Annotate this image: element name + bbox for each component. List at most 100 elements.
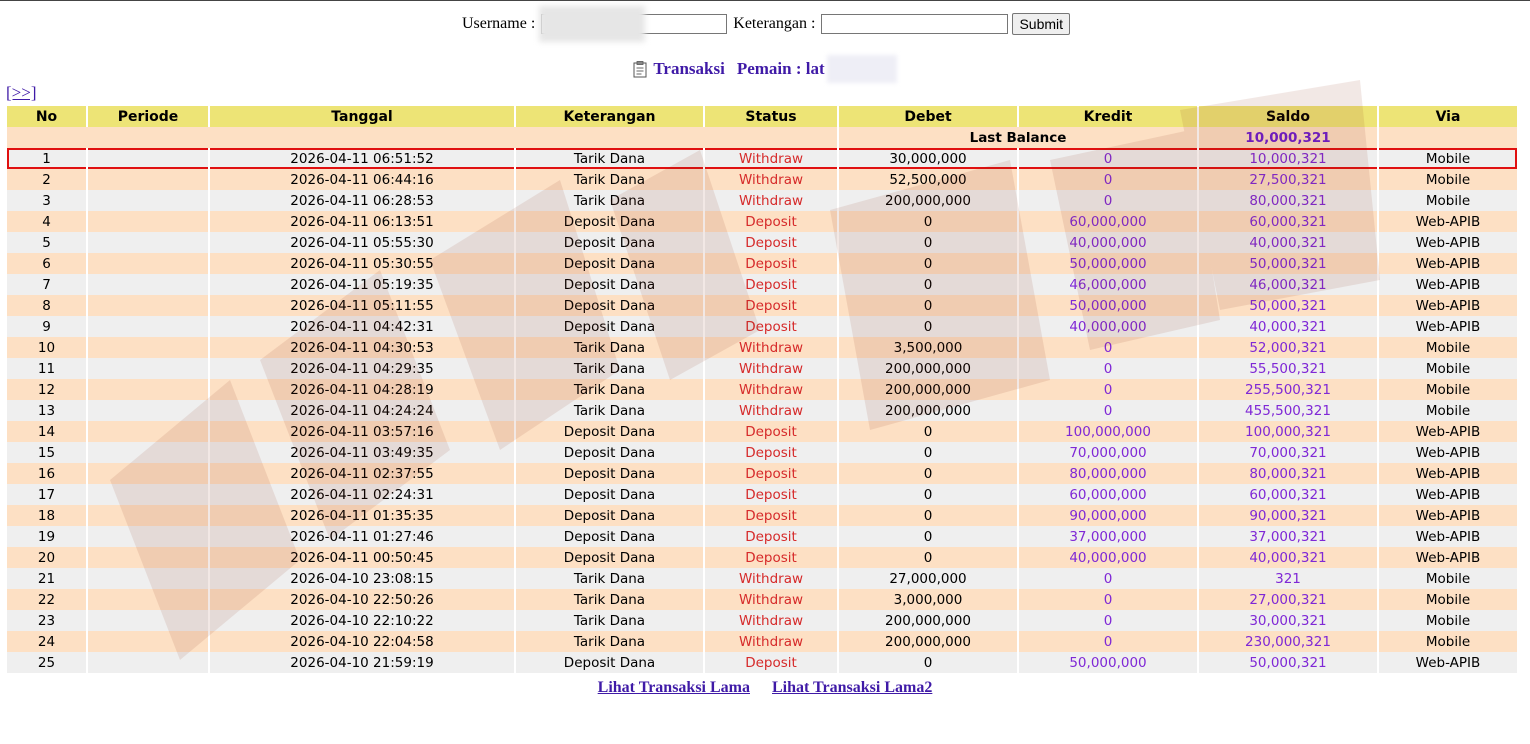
cell-no: 1: [7, 148, 86, 169]
cell-status: Withdraw: [705, 337, 837, 358]
table-row: 16 2026-04-11 02:37:55 Deposit Dana Deposit…: [7, 463, 1517, 484]
cell-saldo: 255,500,321: [1199, 379, 1377, 400]
cell-debet: 200,000,000: [839, 400, 1017, 421]
cell-no: 17: [7, 484, 86, 505]
cell-saldo: 52,000,321: [1199, 337, 1377, 358]
table-row: 13 2026-04-11 04:24:24 Tarik Dana Withdraw 2…: [7, 400, 1517, 421]
cell-debet: 0: [839, 253, 1017, 274]
cell-kredit: 40,000,000: [1019, 547, 1197, 568]
table-row: 5 2026-04-11 05:55:30 Deposit Dana Deposit 0…: [7, 232, 1517, 253]
cell-status: Deposit: [705, 421, 837, 442]
cell-status: Withdraw: [705, 169, 837, 190]
cell-debet: 52,500,000: [839, 169, 1017, 190]
cell-keterangan: Tarik Dana: [516, 337, 703, 358]
cell-saldo: 455,500,321: [1199, 400, 1377, 421]
cell-via: Mobile: [1379, 400, 1517, 421]
column-header-tanggal[interactable]: Tanggal: [210, 106, 514, 127]
cell-debet: 27,000,000: [839, 568, 1017, 589]
cell-periode: [88, 169, 208, 190]
next-page-link[interactable]: [>>]: [6, 83, 37, 103]
cell-via: Mobile: [1379, 631, 1517, 652]
cell-kredit: 0: [1019, 337, 1197, 358]
cell-no: 15: [7, 442, 86, 463]
cell-keterangan: Tarik Dana: [516, 610, 703, 631]
old-transactions-link[interactable]: Lihat Transaksi Lama: [598, 679, 750, 701]
cell-keterangan: Deposit Dana: [516, 652, 703, 673]
cell-tanggal: 2026-04-11 05:11:55: [210, 295, 514, 316]
table-row: 24 2026-04-10 22:04:58 Tarik Dana Withdraw 2…: [7, 631, 1517, 652]
cell-tanggal: 2026-04-11 04:28:19: [210, 379, 514, 400]
column-header-via[interactable]: Via: [1379, 106, 1517, 127]
cell-saldo: 37,000,321: [1199, 526, 1377, 547]
cell-no: 6: [7, 253, 86, 274]
cell-status: Withdraw: [705, 568, 837, 589]
last-balance-value: 10,000,321: [1199, 127, 1377, 148]
cell-periode: [88, 589, 208, 610]
cell-status: Deposit: [705, 232, 837, 253]
footer-links: Lihat Transaksi Lama Lihat Transaksi Lam…: [0, 679, 1530, 701]
cell-keterangan: Tarik Dana: [516, 148, 703, 169]
table-row: 21 2026-04-10 23:08:15 Tarik Dana Withdraw 2…: [7, 568, 1517, 589]
cell-debet: 0: [839, 295, 1017, 316]
table-row: 23 2026-04-10 22:10:22 Tarik Dana Withdraw 2…: [7, 610, 1517, 631]
cell-saldo: 30,000,321: [1199, 610, 1377, 631]
cell-via: Web-APIB: [1379, 526, 1517, 547]
username-input[interactable]: [541, 14, 728, 34]
table-row: 15 2026-04-11 03:49:35 Deposit Dana Deposit…: [7, 442, 1517, 463]
cell-saldo: 60,000,321: [1199, 484, 1377, 505]
cell-periode: [88, 190, 208, 211]
submit-button[interactable]: Submit: [1012, 13, 1071, 35]
cell-debet: 0: [839, 316, 1017, 337]
column-header-keterangan[interactable]: Keterangan: [516, 106, 703, 127]
last-balance-spacer: [7, 127, 837, 148]
cell-periode: [88, 484, 208, 505]
cell-status: Deposit: [705, 463, 837, 484]
column-header-debet[interactable]: Debet: [839, 106, 1017, 127]
cell-periode: [88, 358, 208, 379]
cell-saldo: 10,000,321: [1199, 148, 1377, 169]
cell-periode: [88, 421, 208, 442]
cell-via: Mobile: [1379, 358, 1517, 379]
table-row: 8 2026-04-11 05:11:55 Deposit Dana Deposit 0…: [7, 295, 1517, 316]
keterangan-input[interactable]: [821, 14, 1009, 34]
cell-debet: 200,000,000: [839, 610, 1017, 631]
username-mask: [541, 14, 728, 34]
table-row: 2 2026-04-11 06:44:16 Tarik Dana Withdraw 52…: [7, 169, 1517, 190]
cell-keterangan: Tarik Dana: [516, 379, 703, 400]
cell-kredit: 40,000,000: [1019, 232, 1197, 253]
cell-keterangan: Deposit Dana: [516, 421, 703, 442]
cell-tanggal: 2026-04-11 05:55:30: [210, 232, 514, 253]
table-row: 1 2026-04-11 06:51:52 Tarik Dana Withdraw 30…: [7, 148, 1517, 169]
cell-status: Deposit: [705, 547, 837, 568]
cell-tanggal: 2026-04-11 05:19:35: [210, 274, 514, 295]
cell-tanggal: 2026-04-10 21:59:19: [210, 652, 514, 673]
cell-saldo: 27,000,321: [1199, 589, 1377, 610]
column-header-kredit[interactable]: Kredit: [1019, 106, 1197, 127]
cell-via: Web-APIB: [1379, 232, 1517, 253]
cell-tanggal: 2026-04-11 06:51:52: [210, 148, 514, 169]
cell-kredit: 0: [1019, 169, 1197, 190]
cell-status: Deposit: [705, 253, 837, 274]
column-header-no[interactable]: No: [7, 106, 86, 127]
cell-debet: 0: [839, 652, 1017, 673]
last-balance-label: Last Balance: [839, 127, 1197, 148]
cell-no: 5: [7, 232, 86, 253]
old-transactions-link-2[interactable]: Lihat Transaksi Lama2: [772, 679, 932, 701]
cell-kredit: 0: [1019, 190, 1197, 211]
cell-kredit: 0: [1019, 148, 1197, 169]
cell-status: Deposit: [705, 484, 837, 505]
cell-debet: 200,000,000: [839, 631, 1017, 652]
table-row: 17 2026-04-11 02:24:31 Deposit Dana Deposit…: [7, 484, 1517, 505]
column-header-periode[interactable]: Periode: [88, 106, 208, 127]
cell-periode: [88, 316, 208, 337]
cell-status: Withdraw: [705, 358, 837, 379]
column-header-saldo[interactable]: Saldo: [1199, 106, 1377, 127]
cell-keterangan: Deposit Dana: [516, 253, 703, 274]
cell-via: Mobile: [1379, 379, 1517, 400]
column-header-status[interactable]: Status: [705, 106, 837, 127]
cell-periode: [88, 442, 208, 463]
cell-via: Mobile: [1379, 337, 1517, 358]
cell-tanggal: 2026-04-11 04:42:31: [210, 316, 514, 337]
cell-debet: 200,000,000: [839, 190, 1017, 211]
cell-no: 11: [7, 358, 86, 379]
